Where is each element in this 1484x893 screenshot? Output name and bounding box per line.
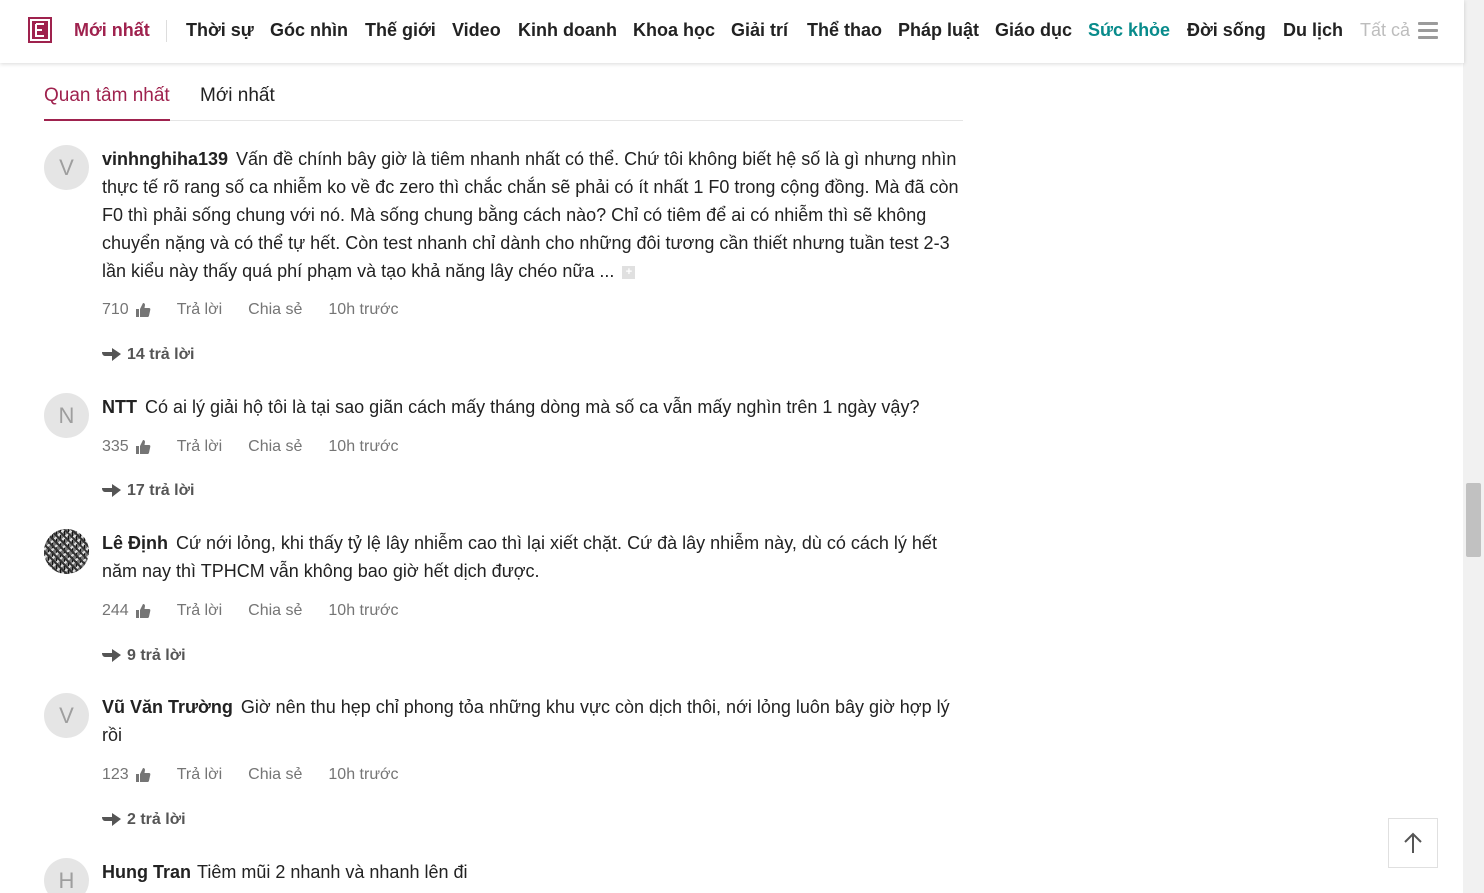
nav-item-news[interactable]: Thời sự [186,19,254,41]
tab-newest[interactable]: Mới nhất [200,85,275,107]
nav-item-education[interactable]: Giáo dục [995,19,1072,41]
like-count-group[interactable]: 335 [102,438,151,456]
nav-item-life[interactable]: Đời sống [1187,19,1266,41]
avatar[interactable]: N [44,393,89,438]
thumbs-up-icon[interactable] [135,439,151,455]
thumbs-up-icon[interactable] [135,767,151,783]
comment-text: Cứ nới lỏng, khi thấy tỷ lệ lây nhiễm ca… [102,533,937,581]
comment-text: Có ai lý giải hộ tôi là tại sao giãn các… [145,397,920,417]
reply-button[interactable]: Trả lời [177,438,222,456]
comment-author[interactable]: NTT [102,397,137,417]
replies-count: 9 trả lời [127,647,186,664]
view-replies-link[interactable]: 14 trả lời [102,346,194,364]
like-count-group[interactable]: 244 [102,602,151,620]
comment-tabs: Quan tâm nhất Mới nhất [44,72,963,121]
comment-author[interactable]: vinhnghiha139 [102,149,228,169]
hamburger-menu-icon[interactable] [1418,22,1438,39]
avatar[interactable]: H [44,858,89,893]
avatar[interactable] [44,529,89,574]
like-count: 335 [102,438,129,455]
nav-item-latest[interactable]: Mới nhất [74,19,150,41]
comment-author[interactable]: Lê Định [102,533,168,553]
nav-item-all[interactable]: Tất cả [1360,19,1410,41]
view-replies-link[interactable]: 9 trả lời [102,647,186,665]
comment-actions: 123 Trả lời Chia sẻ 10h trước [102,766,399,784]
top-navigation: Mới nhất Thời sự Góc nhìn Thế giới Video… [0,0,1464,63]
comment-body: Lê Định Cứ nới lỏng, khi thấy tỷ lệ lây n… [102,529,962,585]
back-to-top-button[interactable] [1388,818,1438,868]
thumbs-up-icon[interactable] [135,302,151,318]
avatar[interactable]: V [44,693,89,738]
reply-arrow-icon [102,649,121,662]
reply-arrow-icon [102,348,121,361]
nav-item-entertainment[interactable]: Giải trí [731,19,788,41]
view-replies-link[interactable]: 17 trả lời [102,482,194,500]
comment-time: 10h trước [328,301,399,318]
comment-body: Hung Tran Tiêm mũi 2 nhanh và nhanh lên đ… [102,858,962,886]
replies-count: 17 trả lời [127,482,195,499]
share-button[interactable]: Chia sẻ [248,602,302,620]
comment-body: Vũ Văn Trường Giờ nên thu hẹp chỉ phong t… [102,693,962,749]
comment-time: 10h trước [328,438,399,455]
comment-time: 10h trước [328,602,399,619]
view-replies-link[interactable]: 2 trả lời [102,811,186,829]
comment-item: H Hung Tran Tiêm mũi 2 nhanh và nhanh lên… [44,858,964,893]
comment-text: Vấn đề chính bây giờ là tiêm nhanh nhất … [102,149,959,281]
comment-body: vinhnghiha139 Vấn đề chính bây giờ là tiê… [102,145,962,285]
nav-item-world[interactable]: Thế giới [365,19,436,41]
comment-body: NTT Có ai lý giải hộ tôi là tại sao giãn … [102,393,962,421]
reply-button[interactable]: Trả lời [177,301,222,319]
like-count: 244 [102,602,129,619]
page-scrollbar[interactable] [1463,0,1484,893]
comment-actions: 244 Trả lời Chia sẻ 10h trước [102,602,399,620]
like-count-group[interactable]: 123 [102,766,151,784]
nav-item-law[interactable]: Pháp luật [898,19,979,41]
nav-item-sports[interactable]: Thể thao [807,19,882,41]
comment-time: 10h trước [328,766,399,783]
arrow-up-icon [1404,832,1422,853]
share-button[interactable]: Chia sẻ [248,301,302,319]
reply-button[interactable]: Trả lời [177,766,222,784]
like-count: 710 [102,301,129,318]
nav-item-travel[interactable]: Du lịch [1283,19,1343,41]
reply-arrow-icon [102,484,121,497]
replies-count: 14 trả lời [127,346,195,363]
nav-item-opinion[interactable]: Góc nhìn [270,19,348,41]
comment-author[interactable]: Hung Tran [102,862,191,882]
thumbs-up-icon[interactable] [135,603,151,619]
comment-actions: 335 Trả lời Chia sẻ 10h trước [102,438,399,456]
logo-icon[interactable] [28,17,52,43]
tab-most-interested[interactable]: Quan tâm nhất [44,85,170,121]
comment-actions: 710 Trả lời Chia sẻ 10h trước [102,301,399,319]
share-button[interactable]: Chia sẻ [248,438,302,456]
like-count-group[interactable]: 710 [102,301,151,319]
share-button[interactable]: Chia sẻ [248,766,302,784]
scrollbar-thumb[interactable] [1466,483,1481,557]
avatar[interactable]: V [44,145,89,190]
replies-count: 2 trả lời [127,811,186,828]
nav-divider [166,20,167,42]
reply-button[interactable]: Trả lời [177,602,222,620]
like-count: 123 [102,766,129,783]
reply-arrow-icon [102,813,121,826]
nav-item-health[interactable]: Sức khỏe [1088,19,1170,41]
nav-item-science[interactable]: Khoa học [633,19,715,41]
expand-plus-icon[interactable]: + [622,265,636,279]
comment-author[interactable]: Vũ Văn Trường [102,697,233,717]
comment-text: Tiêm mũi 2 nhanh và nhanh lên đi [197,862,468,882]
nav-item-business[interactable]: Kinh doanh [518,19,617,41]
nav-item-video[interactable]: Video [452,19,501,41]
